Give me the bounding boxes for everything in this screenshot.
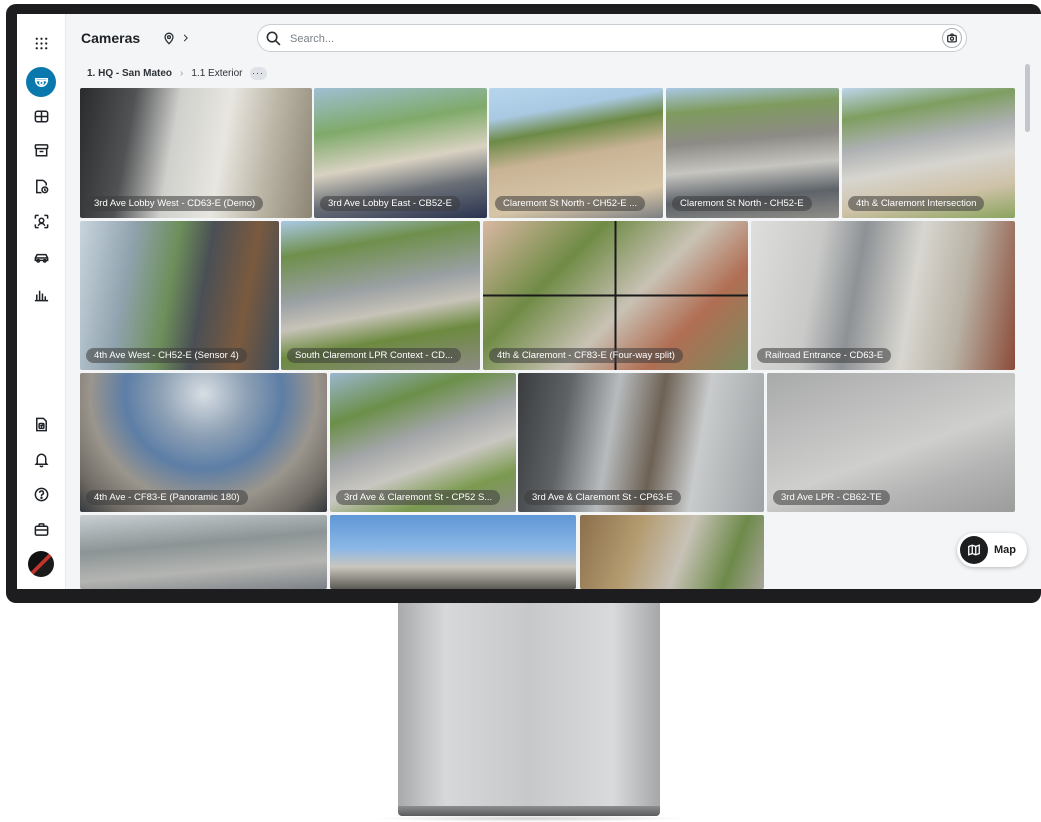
help-icon[interactable] (26, 479, 56, 509)
analytics-icon[interactable] (26, 279, 56, 309)
face-search-icon[interactable] (26, 206, 56, 236)
app-screen: Cameras 1. HQ - San Mateo › 1.1 Exterior… (17, 14, 1041, 589)
stand-shadow (370, 815, 688, 822)
camera-tile[interactable] (80, 515, 327, 589)
camera-label: Railroad Entrance - CD63-E (757, 348, 892, 363)
camera-label: 3rd Ave Lobby East - CB52-E (320, 196, 460, 211)
search-bar (257, 24, 967, 52)
camera-label: 3rd Ave & Claremont St - CP52 S... (336, 490, 501, 505)
camera-tile[interactable]: Claremont St North - CH52-E (666, 88, 839, 218)
search-icon (265, 30, 282, 47)
access-icon[interactable] (26, 171, 56, 201)
camera-tile[interactable]: 4th & Claremont - CF83-E (Four-way split… (483, 221, 748, 370)
camera-tile[interactable]: Railroad Entrance - CD63-E (751, 221, 1015, 370)
user-avatar[interactable] (28, 551, 54, 577)
scrollbar-thumb[interactable] (1025, 64, 1030, 132)
chevron-right-icon (183, 34, 188, 42)
archive-icon[interactable] (26, 135, 56, 165)
camera-tile[interactable] (580, 515, 764, 589)
briefcase-icon[interactable] (26, 514, 56, 544)
breadcrumb-site[interactable]: 1. HQ - San Mateo (87, 68, 172, 79)
camera-tile[interactable]: 3rd Ave LPR - CB62-TE (767, 373, 1015, 512)
camera-label: Claremont St North - CH52-E (672, 196, 812, 211)
camera-label: 4th Ave West - CH52-E (Sensor 4) (86, 348, 247, 363)
monitor-stand (398, 603, 660, 810)
map-button-label: Map (994, 544, 1016, 556)
map-button[interactable]: Map (957, 533, 1027, 567)
breadcrumb-more-button[interactable]: ··· (249, 66, 267, 80)
camera-feed-image (580, 515, 764, 589)
page-title: Cameras (81, 30, 141, 46)
camera-search-icon[interactable] (942, 28, 962, 48)
location-picker[interactable] (162, 27, 202, 49)
breadcrumb: 1. HQ - San Mateo › 1.1 Exterior ··· (87, 66, 267, 80)
camera-label: South Claremont LPR Context - CD... (287, 348, 461, 363)
grid-icon[interactable] (26, 101, 56, 131)
camera-tile[interactable]: 3rd Ave Lobby East - CB52-E (314, 88, 487, 218)
breadcrumb-folder[interactable]: 1.1 Exterior (191, 68, 242, 79)
report-icon[interactable] (26, 409, 56, 439)
camera-tile[interactable]: 3rd Ave Lobby West - CD63-E (Demo) (80, 88, 312, 218)
camera-tile[interactable]: 4th & Claremont Intersection (842, 88, 1015, 218)
camera-label: 3rd Ave & Claremont St - CP63-E (524, 490, 681, 505)
nav-rail (17, 14, 66, 589)
camera-tile[interactable]: 3rd Ave & Claremont St - CP63-E (518, 373, 764, 512)
camera-tile[interactable]: South Claremont LPR Context - CD... (281, 221, 480, 370)
vehicle-icon[interactable] (26, 242, 56, 272)
camera-feed-image (80, 515, 327, 589)
breadcrumb-separator-icon: › (180, 67, 184, 79)
apps-grid-icon[interactable] (26, 28, 56, 58)
search-input[interactable] (290, 30, 890, 47)
camera-label: 4th & Claremont - CF83-E (Four-way split… (489, 348, 683, 363)
camera-tile[interactable]: 4th Ave West - CH52-E (Sensor 4) (80, 221, 279, 370)
bell-icon[interactable] (26, 444, 56, 474)
camera-tile[interactable]: 3rd Ave & Claremont St - CP52 S... (330, 373, 516, 512)
camera-tile[interactable]: 4th Ave - CF83-E (Panoramic 180) (80, 373, 327, 512)
camera-feed-image (330, 515, 576, 589)
map-icon (960, 536, 988, 564)
camera-dome-icon[interactable] (26, 67, 56, 97)
location-pin-icon (164, 32, 174, 45)
camera-label: 4th Ave - CF83-E (Panoramic 180) (86, 490, 248, 505)
camera-label: 3rd Ave LPR - CB62-TE (773, 490, 890, 505)
camera-tile[interactable] (330, 515, 576, 589)
camera-label: 3rd Ave Lobby West - CD63-E (Demo) (86, 196, 264, 211)
camera-label: 4th & Claremont Intersection (848, 196, 985, 211)
camera-tile[interactable]: Claremont St North - CH52-E ... (489, 88, 663, 218)
camera-label: Claremont St North - CH52-E ... (495, 196, 646, 211)
